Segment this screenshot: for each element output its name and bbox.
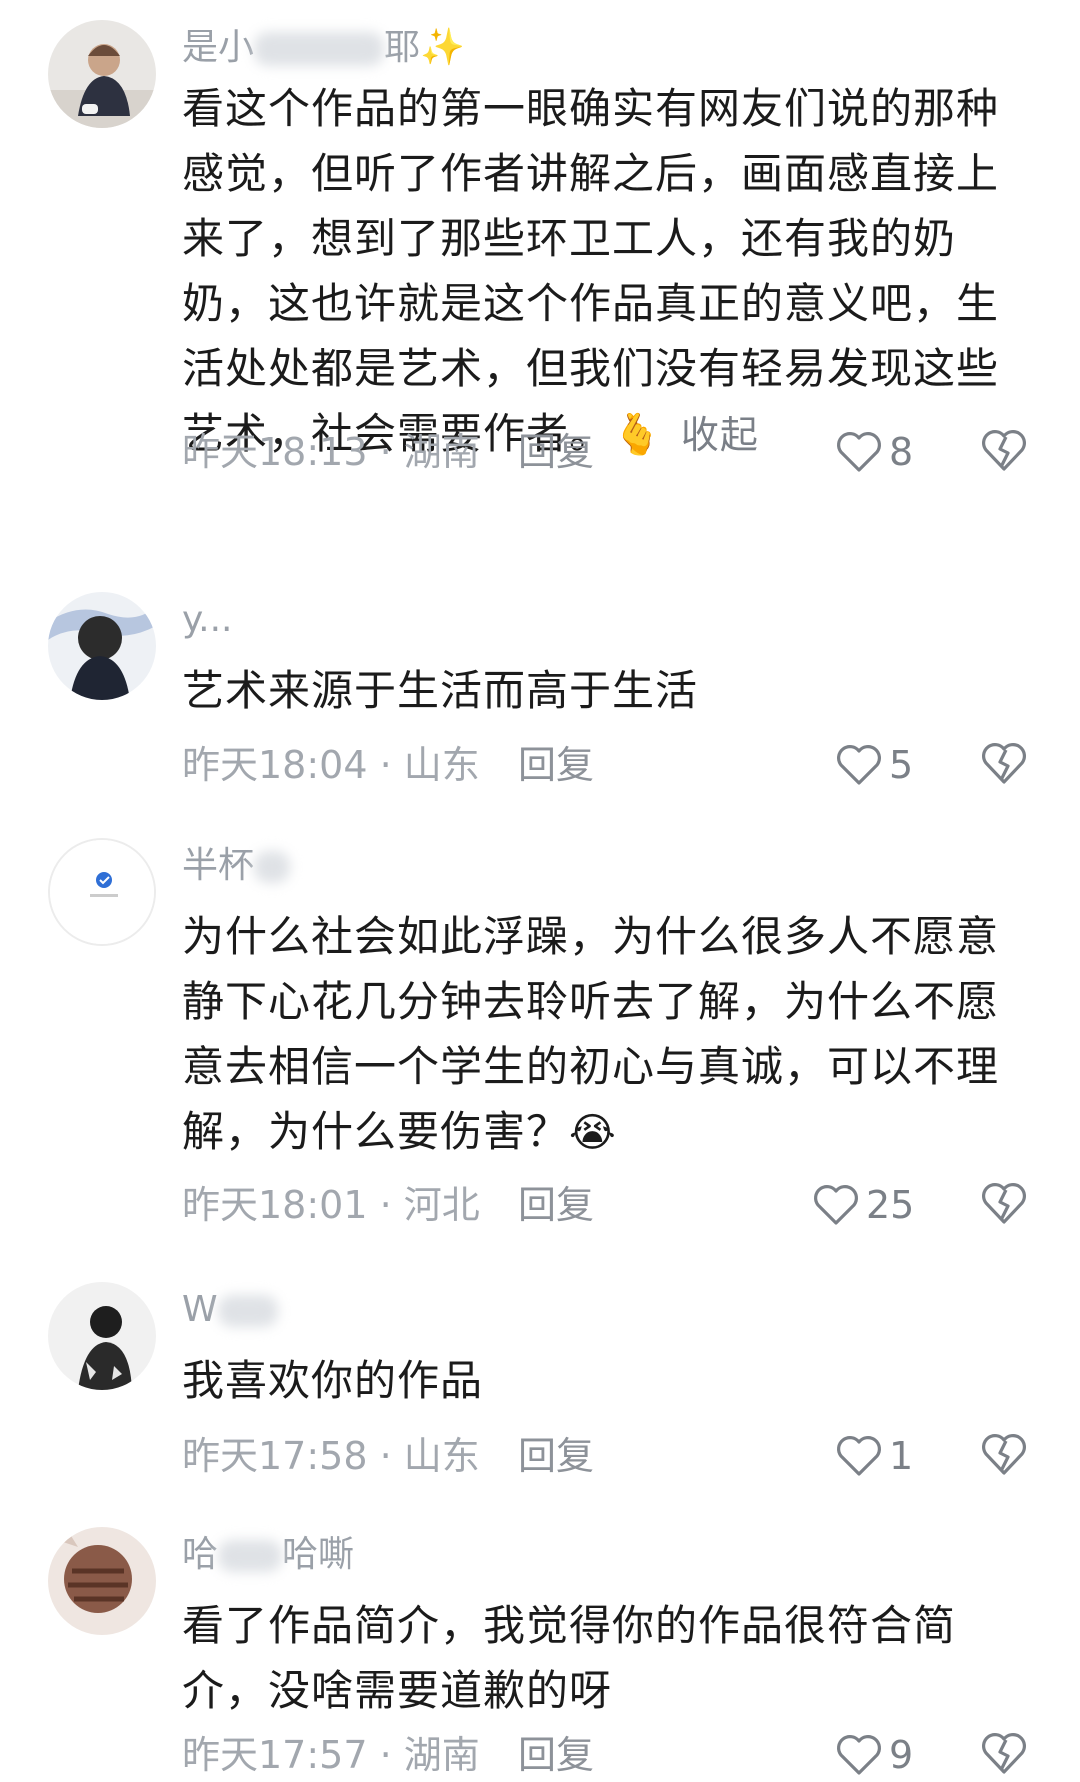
user-avatar[interactable] [48, 592, 156, 700]
username-suffix: 耶 [384, 27, 421, 68]
broken-heart-outline-icon [982, 1733, 1026, 1774]
username-prefix: 半杯 [182, 845, 255, 886]
heart-outline-icon [814, 1185, 858, 1225]
finger-heart-emoji: 🫰 [612, 412, 663, 458]
reply-button[interactable]: 回复 [518, 740, 594, 790]
sparkles-emoji: ✨ [420, 27, 465, 68]
comment-meta: 昨天17:57 · 湖南 [182, 1730, 480, 1780]
comment-text: 为什么社会如此浮躁，为什么很多人不愿意静下心花几分钟去聆听去了解，为什么不愿意去… [182, 904, 1012, 1166]
comment-time: 昨天18:01 [182, 1183, 368, 1227]
username-prefix: W [182, 1289, 218, 1330]
comment-text: 看这个作品的第一眼确实有网友们说的那种感觉，但听了作者讲解之后，画面感直接上来了… [182, 76, 1012, 468]
username-blur-mask [217, 1295, 278, 1327]
like-button[interactable]: 25 [812, 1180, 914, 1230]
like-count: 9 [889, 1733, 914, 1777]
like-button[interactable]: 9 [835, 1730, 913, 1780]
reply-button[interactable]: 回复 [518, 1431, 594, 1481]
comment-text: 艺术来源于生活而高于生活 [182, 658, 1012, 723]
comment-meta: 昨天17:58 · 山东 [182, 1431, 480, 1481]
comment-body: 看了作品简介，我觉得你的作品很符合简介，没啥需要道歉的呀 [182, 1601, 957, 1715]
comment-meta: 昨天18:04 · 山东 [182, 740, 480, 790]
meta-separator: · [367, 1733, 404, 1777]
username-blur-mask [254, 851, 291, 883]
reply-button[interactable]: 回复 [518, 427, 594, 477]
username-blur-mask [218, 1540, 283, 1572]
comment-time: 昨天18:13 [182, 430, 368, 474]
username-suffix: 哈嘶 [282, 1534, 355, 1575]
heart-outline-icon [837, 432, 881, 472]
meta-separator: · [367, 743, 404, 787]
reply-button[interactable]: 回复 [518, 1180, 594, 1230]
comment-body: 我喜欢你的作品 [182, 1356, 484, 1405]
broken-heart-outline-icon [982, 1434, 1026, 1475]
comment-region: 湖南 [403, 430, 480, 474]
heart-outline-icon [837, 1735, 881, 1775]
meta-separator: · [367, 430, 404, 474]
comment-region: 山东 [403, 1434, 480, 1478]
user-avatar[interactable] [48, 1527, 156, 1635]
crying-face-emoji: 😭 [569, 1110, 617, 1156]
username[interactable]: 哈 哈嘶 [182, 1533, 354, 1577]
comment-region: 湖南 [403, 1733, 480, 1777]
collapse-link[interactable]: 收起 [681, 413, 759, 457]
like-button[interactable]: 1 [835, 1431, 913, 1481]
username-blur-mask [254, 32, 385, 66]
dislike-button[interactable] [980, 427, 1030, 477]
like-count: 8 [889, 430, 914, 474]
username[interactable]: W [182, 1288, 278, 1332]
dislike-button[interactable] [980, 1730, 1030, 1780]
comment-region: 山东 [403, 743, 480, 787]
like-count: 25 [866, 1183, 915, 1227]
heart-outline-icon [837, 745, 881, 785]
broken-heart-outline-icon [982, 1183, 1026, 1224]
username-prefix: 是小 [182, 27, 255, 68]
user-avatar[interactable] [48, 1282, 156, 1390]
comment-time: 昨天17:58 [182, 1434, 368, 1478]
broken-heart-outline-icon [982, 743, 1026, 784]
user-avatar[interactable] [48, 838, 156, 946]
like-count: 1 [889, 1434, 914, 1478]
username[interactable]: y... [182, 598, 233, 642]
username-prefix: 哈 [182, 1534, 219, 1575]
username[interactable]: 是小 耶✨ [182, 26, 465, 70]
comment-time: 昨天17:57 [182, 1733, 368, 1777]
meta-separator: · [367, 1183, 404, 1227]
like-button[interactable]: 8 [835, 427, 913, 477]
comment-body: 艺术来源于生活而高于生活 [182, 666, 699, 715]
like-count: 5 [889, 743, 914, 787]
comment-body: 看这个作品的第一眼确实有网友们说的那种感觉，但听了作者讲解之后，画面感直接上来了… [182, 84, 1000, 458]
username[interactable]: 半杯 [182, 844, 291, 888]
reply-button[interactable]: 回复 [518, 1730, 594, 1780]
like-button[interactable]: 5 [835, 740, 913, 790]
comment-region: 河北 [403, 1183, 480, 1227]
dislike-button[interactable] [980, 1431, 1030, 1481]
comment-time: 昨天18:04 [182, 743, 368, 787]
user-avatar[interactable] [48, 20, 156, 128]
comment-meta: 昨天18:13 · 湖南 [182, 427, 480, 477]
broken-heart-outline-icon [982, 430, 1026, 471]
heart-outline-icon [837, 1436, 881, 1476]
comment-meta: 昨天18:01 · 河北 [182, 1180, 480, 1230]
dislike-button[interactable] [980, 740, 1030, 790]
meta-separator: · [367, 1434, 404, 1478]
dislike-button[interactable] [980, 1180, 1030, 1230]
comment-text: 看了作品简介，我觉得你的作品很符合简介，没啥需要道歉的呀 [182, 1593, 1012, 1723]
comment-text: 我喜欢你的作品 [182, 1348, 1012, 1413]
